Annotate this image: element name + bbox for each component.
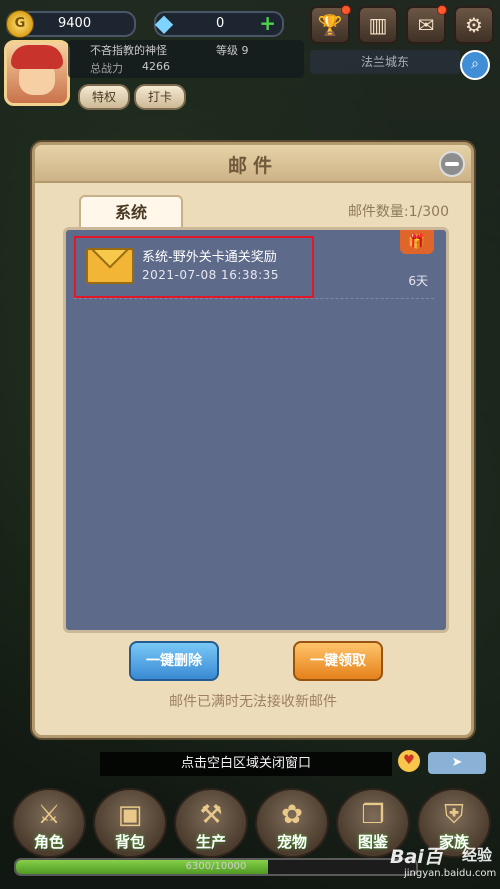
- tab-system[interactable]: 系统: [79, 195, 183, 229]
- emoji-icon[interactable]: ♥: [398, 750, 420, 772]
- mail-date: 2021-07-08 16:38:35: [142, 268, 279, 282]
- mail-dialog: 邮件 系统 邮件数量:1/300 系统-野外关卡通关奖励 2021-07-08 …: [32, 142, 474, 738]
- baidu-watermark: Bai百 经验 jingyan.baidu.com: [390, 838, 500, 884]
- mail-full-note: 邮件已满时无法接收新邮件: [169, 694, 337, 710]
- envelope-icon: [86, 248, 134, 284]
- power-value: 4266: [142, 60, 170, 73]
- delete-all-button[interactable]: 一键删除: [129, 641, 219, 681]
- pet-icon: ✿: [281, 800, 303, 830]
- player-info: 不吝指教的神怪 等级 9 总战力 4266: [68, 40, 304, 78]
- mail-list: 系统-野外关卡通关奖励 2021-07-08 16:38:35 🎁 6天: [63, 227, 449, 633]
- dialog-title: 邮件: [227, 155, 278, 177]
- avatar[interactable]: [4, 40, 70, 106]
- mail-count: 邮件数量:1/300: [347, 204, 449, 220]
- ranking-button[interactable]: ▥: [358, 6, 398, 44]
- mail-icon: ✉: [417, 13, 435, 37]
- claim-all-button[interactable]: 一键领取: [293, 641, 383, 681]
- search-icon[interactable]: ⌕: [460, 50, 490, 80]
- gold-value: 9400: [58, 16, 92, 31]
- nav-label: 背包: [114, 833, 145, 851]
- watermark-text: 经验: [462, 846, 493, 864]
- close-button[interactable]: [439, 151, 465, 177]
- character-icon: ⚔: [37, 800, 61, 830]
- nav-label: 生产: [195, 833, 226, 851]
- list-item[interactable]: 系统-野外关卡通关奖励 2021-07-08 16:38:35 🎁 6天: [74, 230, 434, 299]
- power-label: 总战力: [90, 62, 123, 75]
- nav-character[interactable]: ⚔ 角色: [12, 788, 86, 858]
- gold-counter: G 9400: [6, 10, 136, 38]
- experience-text: 6300/10000: [185, 861, 247, 872]
- checkin-button[interactable]: 打卡: [134, 84, 186, 110]
- family-icon: ⛨: [444, 800, 464, 830]
- chart-icon: ▥: [368, 13, 388, 37]
- notification-dot: [341, 5, 351, 15]
- close-hint: 点击空白区域关闭窗口: [100, 752, 392, 776]
- diamond-icon: ◆: [154, 9, 174, 37]
- trophy-icon: 🏆: [317, 13, 343, 37]
- city-name: 法兰城东: [310, 50, 460, 74]
- experience-bar: 6300/10000: [14, 858, 418, 876]
- player-panel: 不吝指教的神怪 等级 9 总战力 4266 特权 打卡: [4, 40, 304, 110]
- notification-dot: [437, 5, 447, 15]
- watermark-logo: Bai百: [390, 846, 443, 868]
- nav-label: 宠物: [276, 833, 307, 851]
- gem-value: 0: [216, 16, 225, 31]
- settings-button[interactable]: ⚙: [454, 6, 494, 44]
- add-gems-button[interactable]: +: [259, 12, 276, 34]
- dialog-title-bar: 邮件: [35, 145, 471, 183]
- send-button[interactable]: ➤: [428, 752, 486, 774]
- gift-icon: 🎁: [400, 230, 434, 254]
- player-name: 不吝指教的神怪: [90, 44, 167, 57]
- production-icon: ⚒: [199, 800, 223, 830]
- gear-icon: ⚙: [465, 13, 483, 37]
- nav-production[interactable]: ⚒ 生产: [174, 788, 248, 858]
- trophy-button[interactable]: 🏆: [310, 5, 351, 44]
- backpack-icon: ▣: [117, 800, 143, 830]
- mail-days-left: 6天: [408, 274, 428, 288]
- nav-label: 角色: [33, 833, 64, 851]
- privilege-button[interactable]: 特权: [78, 84, 130, 110]
- gem-counter: ◆ 0 +: [154, 9, 284, 37]
- coin-icon: G: [6, 10, 34, 38]
- nav-backpack[interactable]: ▣ 背包: [93, 788, 167, 858]
- player-level: 等级 9: [216, 44, 249, 57]
- mail-subject: 系统-野外关卡通关奖励: [142, 250, 277, 265]
- watermark-url: jingyan.baidu.com: [404, 868, 497, 879]
- nav-pet[interactable]: ✿ 宠物: [255, 788, 329, 858]
- mail-button[interactable]: ✉: [406, 5, 447, 44]
- codex-icon: ❐: [361, 800, 385, 830]
